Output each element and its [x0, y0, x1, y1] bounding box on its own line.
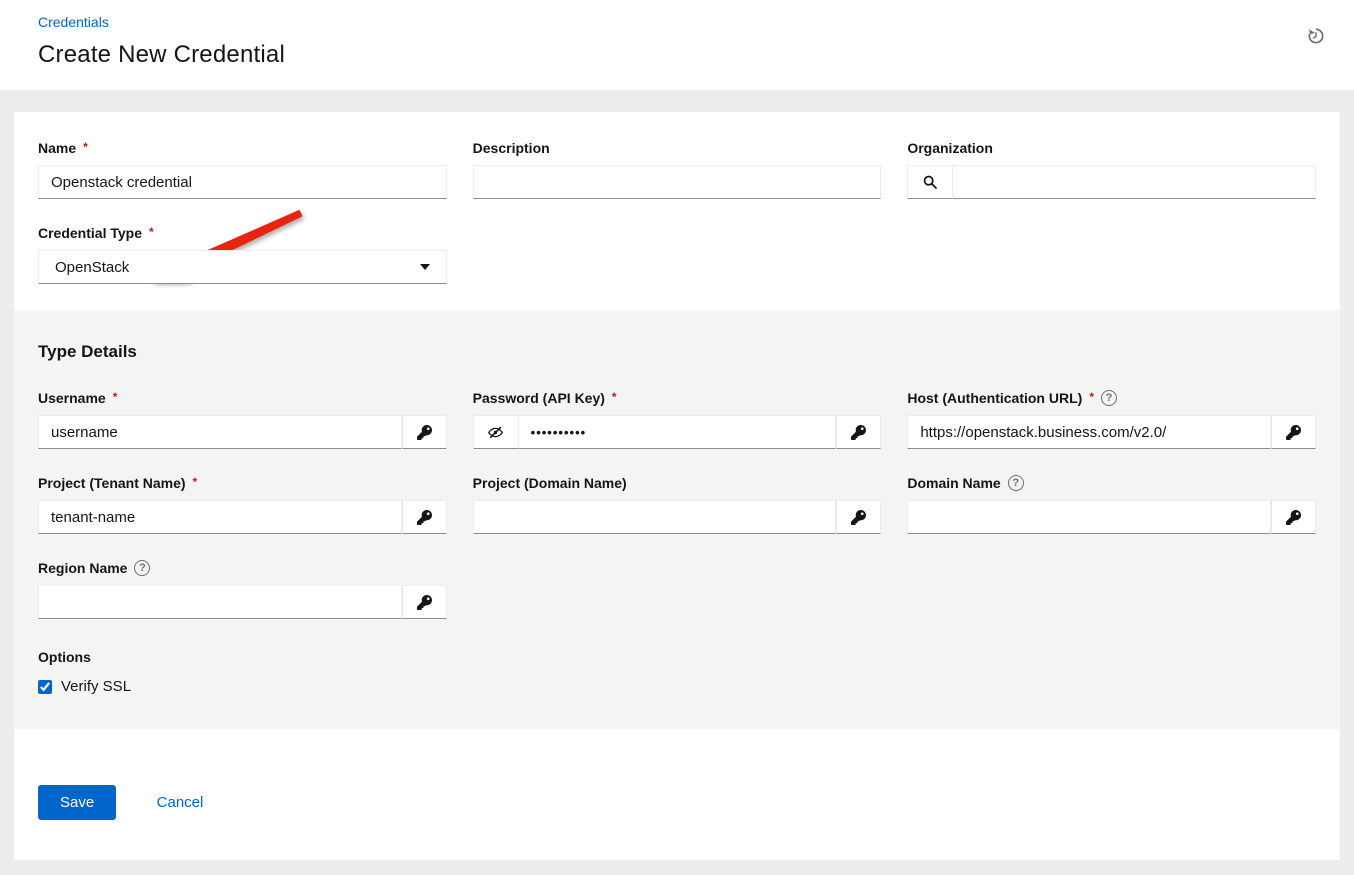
credential-type-selected-value: OpenStack — [55, 259, 129, 276]
key-icon — [417, 595, 432, 610]
page-title: Create New Credential — [38, 41, 1326, 69]
credential-type-label-text: Credential Type — [38, 225, 142, 241]
required-asterisk: * — [612, 390, 617, 404]
key-icon — [417, 510, 432, 525]
region-name-prompt-button[interactable] — [402, 585, 447, 619]
organization-input[interactable] — [952, 165, 1316, 199]
password-visibility-toggle[interactable] — [473, 415, 518, 449]
username-label-text: Username — [38, 390, 106, 406]
help-icon[interactable]: ? — [1101, 390, 1117, 406]
region-name-field-group: Region Name ? — [38, 560, 447, 619]
name-field-group: Name * — [38, 140, 447, 199]
basic-fields-section: Name * Description Organization — [14, 112, 1340, 310]
password-input[interactable] — [518, 415, 837, 449]
required-asterisk: * — [149, 225, 154, 239]
password-label-text: Password (API Key) — [473, 390, 605, 406]
project-domain-label: Project (Domain Name) — [473, 475, 882, 491]
organization-search-button[interactable] — [907, 165, 952, 199]
credential-type-label: Credential Type * — [38, 225, 447, 241]
domain-name-field-group: Domain Name ? — [907, 475, 1316, 534]
domain-name-prompt-button[interactable] — [1271, 500, 1316, 534]
password-prompt-button[interactable] — [836, 415, 881, 449]
password-field-group: Password (API Key) * — [473, 390, 882, 449]
options-heading: Options — [38, 649, 1316, 665]
username-label: Username * — [38, 390, 447, 406]
domain-name-label: Domain Name ? — [907, 475, 1316, 491]
project-domain-field-group: Project (Domain Name) — [473, 475, 882, 534]
key-icon — [1286, 510, 1301, 525]
credential-form-card: Name * Description Organization — [14, 112, 1340, 860]
project-domain-label-text: Project (Domain Name) — [473, 475, 627, 491]
username-input[interactable] — [38, 415, 402, 449]
username-field-group: Username * — [38, 390, 447, 449]
organization-field-group: Organization — [907, 140, 1316, 199]
verify-ssl-label[interactable]: Verify SSL — [61, 678, 131, 695]
history-icon — [1306, 34, 1326, 49]
description-label: Description — [473, 140, 882, 156]
credential-type-select[interactable]: OpenStack — [38, 250, 447, 284]
description-label-text: Description — [473, 140, 550, 156]
project-tenant-prompt-button[interactable] — [402, 500, 447, 534]
key-icon — [1286, 425, 1301, 440]
key-icon — [851, 425, 866, 440]
save-button[interactable]: Save — [38, 785, 116, 820]
key-icon — [417, 425, 432, 440]
project-tenant-label: Project (Tenant Name) * — [38, 475, 447, 491]
help-icon[interactable]: ? — [134, 560, 150, 576]
host-prompt-button[interactable] — [1271, 415, 1316, 449]
domain-name-label-text: Domain Name — [907, 475, 1000, 491]
project-tenant-label-text: Project (Tenant Name) — [38, 475, 186, 491]
host-input[interactable] — [907, 415, 1271, 449]
name-input[interactable] — [38, 165, 447, 199]
page-header: Credentials Create New Credential — [0, 0, 1354, 90]
required-asterisk: * — [193, 475, 198, 489]
domain-name-input[interactable] — [907, 500, 1271, 534]
host-label: Host (Authentication URL) * ? — [907, 390, 1316, 406]
credential-type-field-group: Credential Type * OpenStack — [38, 225, 447, 284]
help-icon[interactable]: ? — [1008, 475, 1024, 491]
type-details-section: Type Details Username * — [14, 310, 1340, 729]
project-domain-input[interactable] — [473, 500, 837, 534]
verify-ssl-checkbox[interactable] — [38, 680, 52, 694]
form-actions-section: Save Cancel — [14, 729, 1340, 860]
username-prompt-button[interactable] — [402, 415, 447, 449]
search-icon — [922, 174, 938, 190]
name-label-text: Name — [38, 140, 76, 156]
region-name-label: Region Name ? — [38, 560, 447, 576]
project-tenant-field-group: Project (Tenant Name) * — [38, 475, 447, 534]
chevron-down-icon — [420, 264, 430, 270]
host-field-group: Host (Authentication URL) * ? — [907, 390, 1316, 449]
organization-label-text: Organization — [907, 140, 993, 156]
description-field-group: Description — [473, 140, 882, 199]
region-name-label-text: Region Name — [38, 560, 127, 576]
history-button[interactable] — [1304, 24, 1328, 48]
eye-slash-icon — [487, 424, 504, 441]
key-icon — [851, 510, 866, 525]
region-name-input[interactable] — [38, 585, 402, 619]
description-input[interactable] — [473, 165, 882, 199]
breadcrumb-credentials-link[interactable]: Credentials — [38, 14, 109, 30]
required-asterisk: * — [1089, 390, 1094, 404]
host-label-text: Host (Authentication URL) — [907, 390, 1082, 406]
project-tenant-input[interactable] — [38, 500, 402, 534]
verify-ssl-row: Verify SSL — [38, 678, 1316, 695]
required-asterisk: * — [83, 140, 88, 154]
cancel-button[interactable]: Cancel — [157, 794, 204, 811]
type-details-heading: Type Details — [38, 342, 1316, 362]
organization-label: Organization — [907, 140, 1316, 156]
project-domain-prompt-button[interactable] — [836, 500, 881, 534]
name-label: Name * — [38, 140, 447, 156]
required-asterisk: * — [113, 390, 118, 404]
password-label: Password (API Key) * — [473, 390, 882, 406]
